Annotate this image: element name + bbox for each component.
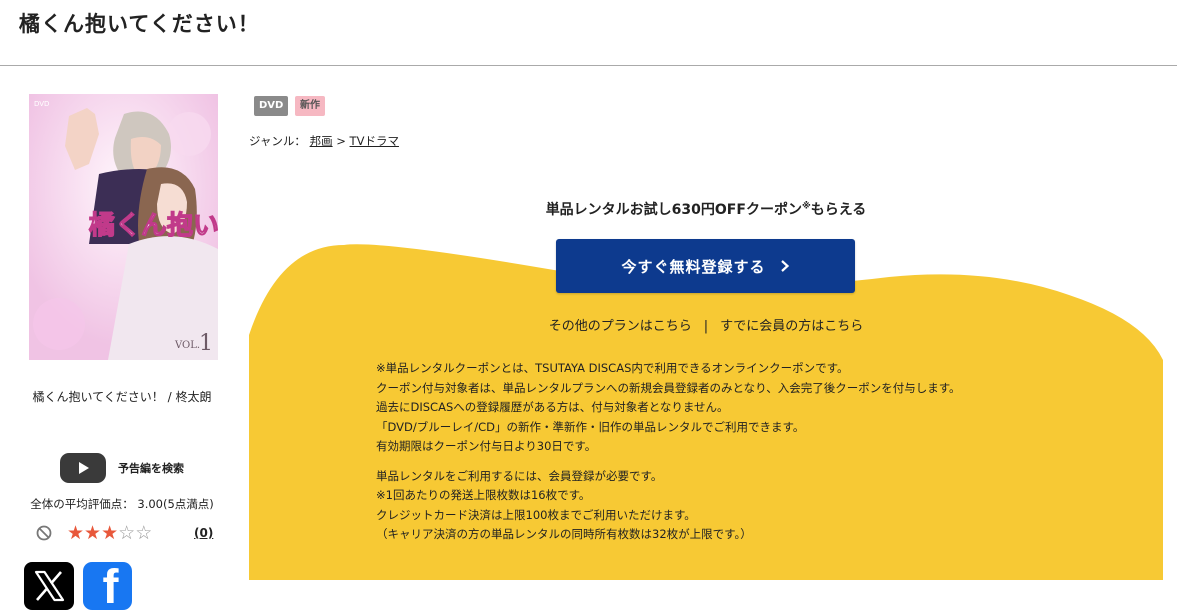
cover-title-art: 橘くん抱いてください！ [89, 211, 218, 241]
coupon-offer-suffix: もらえる [810, 202, 867, 218]
review-count-link[interactable]: (0) [194, 526, 213, 540]
note-line: ※単品レンタルクーポンとは、TSUTAYA DISCAS内で利用できるオンライン… [376, 361, 849, 375]
x-logo-icon [34, 570, 65, 602]
youtube-play-icon [60, 453, 106, 483]
coupon-offer-main: 単品レンタルお試し630円OFFクーポン [545, 202, 802, 218]
cover-format-mark: DVD [34, 100, 49, 108]
note-line: クレジットカード決済は上限100枚までご利用いただけます。 [376, 507, 696, 522]
link-separator: | [703, 319, 709, 334]
note-line: ※1回あたりの発送上限枚数は16枚です。 [376, 488, 591, 502]
trailer-search-label: 予告編を検索 [118, 462, 184, 475]
genre-link-tv-drama[interactable]: TVドラマ [350, 134, 399, 148]
genre-separator: > [336, 134, 346, 148]
star-filled-icon[interactable]: ★ [101, 522, 118, 544]
note-line: 過去にDISCASへの登録履歴がある方は、付与対象者となりません。 [376, 400, 729, 414]
no-rating-icon[interactable] [36, 525, 52, 545]
free-signup-button[interactable]: 今すぐ無料登録する [556, 239, 855, 293]
plan-links: その他のプランはこちら | すでに会員の方はこちら [249, 315, 1163, 334]
note-line: クーポン付与対象者は、単品レンタルプランへの新規会員登録者のみとなり、入会完了後… [376, 380, 961, 395]
average-rating: 全体の平均評価点： 3.00(5点満点) [30, 497, 214, 511]
chevron-right-icon [780, 260, 789, 272]
star-filled-icon[interactable]: ★ [67, 522, 84, 544]
title-divider [0, 65, 1177, 66]
star-filled-icon[interactable]: ★ [84, 522, 101, 544]
member-login-link[interactable]: すでに会員の方はこちら [720, 319, 863, 334]
cover-volume: VOL. [174, 340, 200, 351]
star-empty-icon[interactable]: ☆ [118, 522, 135, 544]
cover-volume-number: 1 [199, 331, 213, 356]
facebook-share-button[interactable]: f [83, 562, 132, 610]
coupon-notes: ※単品レンタルクーポンとは、TSUTAYA DISCAS内で利用できるオンライン… [376, 359, 1136, 545]
note-line: 「DVD/ブルーレイ/CD」の新作・準新作・旧作の単品レンタルでご利用できます。 [376, 419, 805, 434]
coupon-offer-mark: ※ [801, 201, 811, 212]
genre-link-hoga[interactable]: 邦画 [310, 134, 333, 148]
x-share-button[interactable] [24, 562, 74, 610]
star-empty-icon[interactable]: ☆ [135, 522, 152, 544]
page-title: 橘くん抱いてください！ [19, 12, 260, 36]
genre-label: ジャンル： [249, 134, 306, 148]
star-rating[interactable]: ★★★☆☆ [67, 522, 152, 544]
cover-image[interactable]: 橘くん抱いてください！ VOL. 1 DVD [29, 94, 218, 360]
facebook-logo-icon: f [102, 562, 119, 611]
note-line: 単品レンタルをご利用するには、会員登録が必要です。 [376, 468, 663, 483]
trailer-search-button[interactable]: 予告編を検索 [60, 453, 184, 483]
format-badge: DVD [254, 96, 289, 116]
other-plans-link[interactable]: その他のプランはこちら [549, 319, 692, 334]
note-line: 有効期限はクーポン付与日より30日です。 [376, 439, 597, 453]
rating-row: ★★★☆☆ (0) [36, 522, 216, 545]
free-signup-label: 今すぐ無料登録する [621, 257, 766, 276]
notes-spacer [376, 457, 1136, 467]
note-line: （キャリア決済の方の単品レンタルの同時所有枚数は32枚が上限です。） [376, 527, 752, 541]
cover-caption: 橘くん抱いてください！ / 柊太朗 [32, 390, 212, 404]
genre-breadcrumb: ジャンル： 邦画 > TVドラマ [249, 133, 399, 149]
coupon-offer-text: 単品レンタルお試し630円OFFクーポン※もらえる [249, 199, 1163, 219]
new-release-badge: 新作 [295, 96, 325, 116]
